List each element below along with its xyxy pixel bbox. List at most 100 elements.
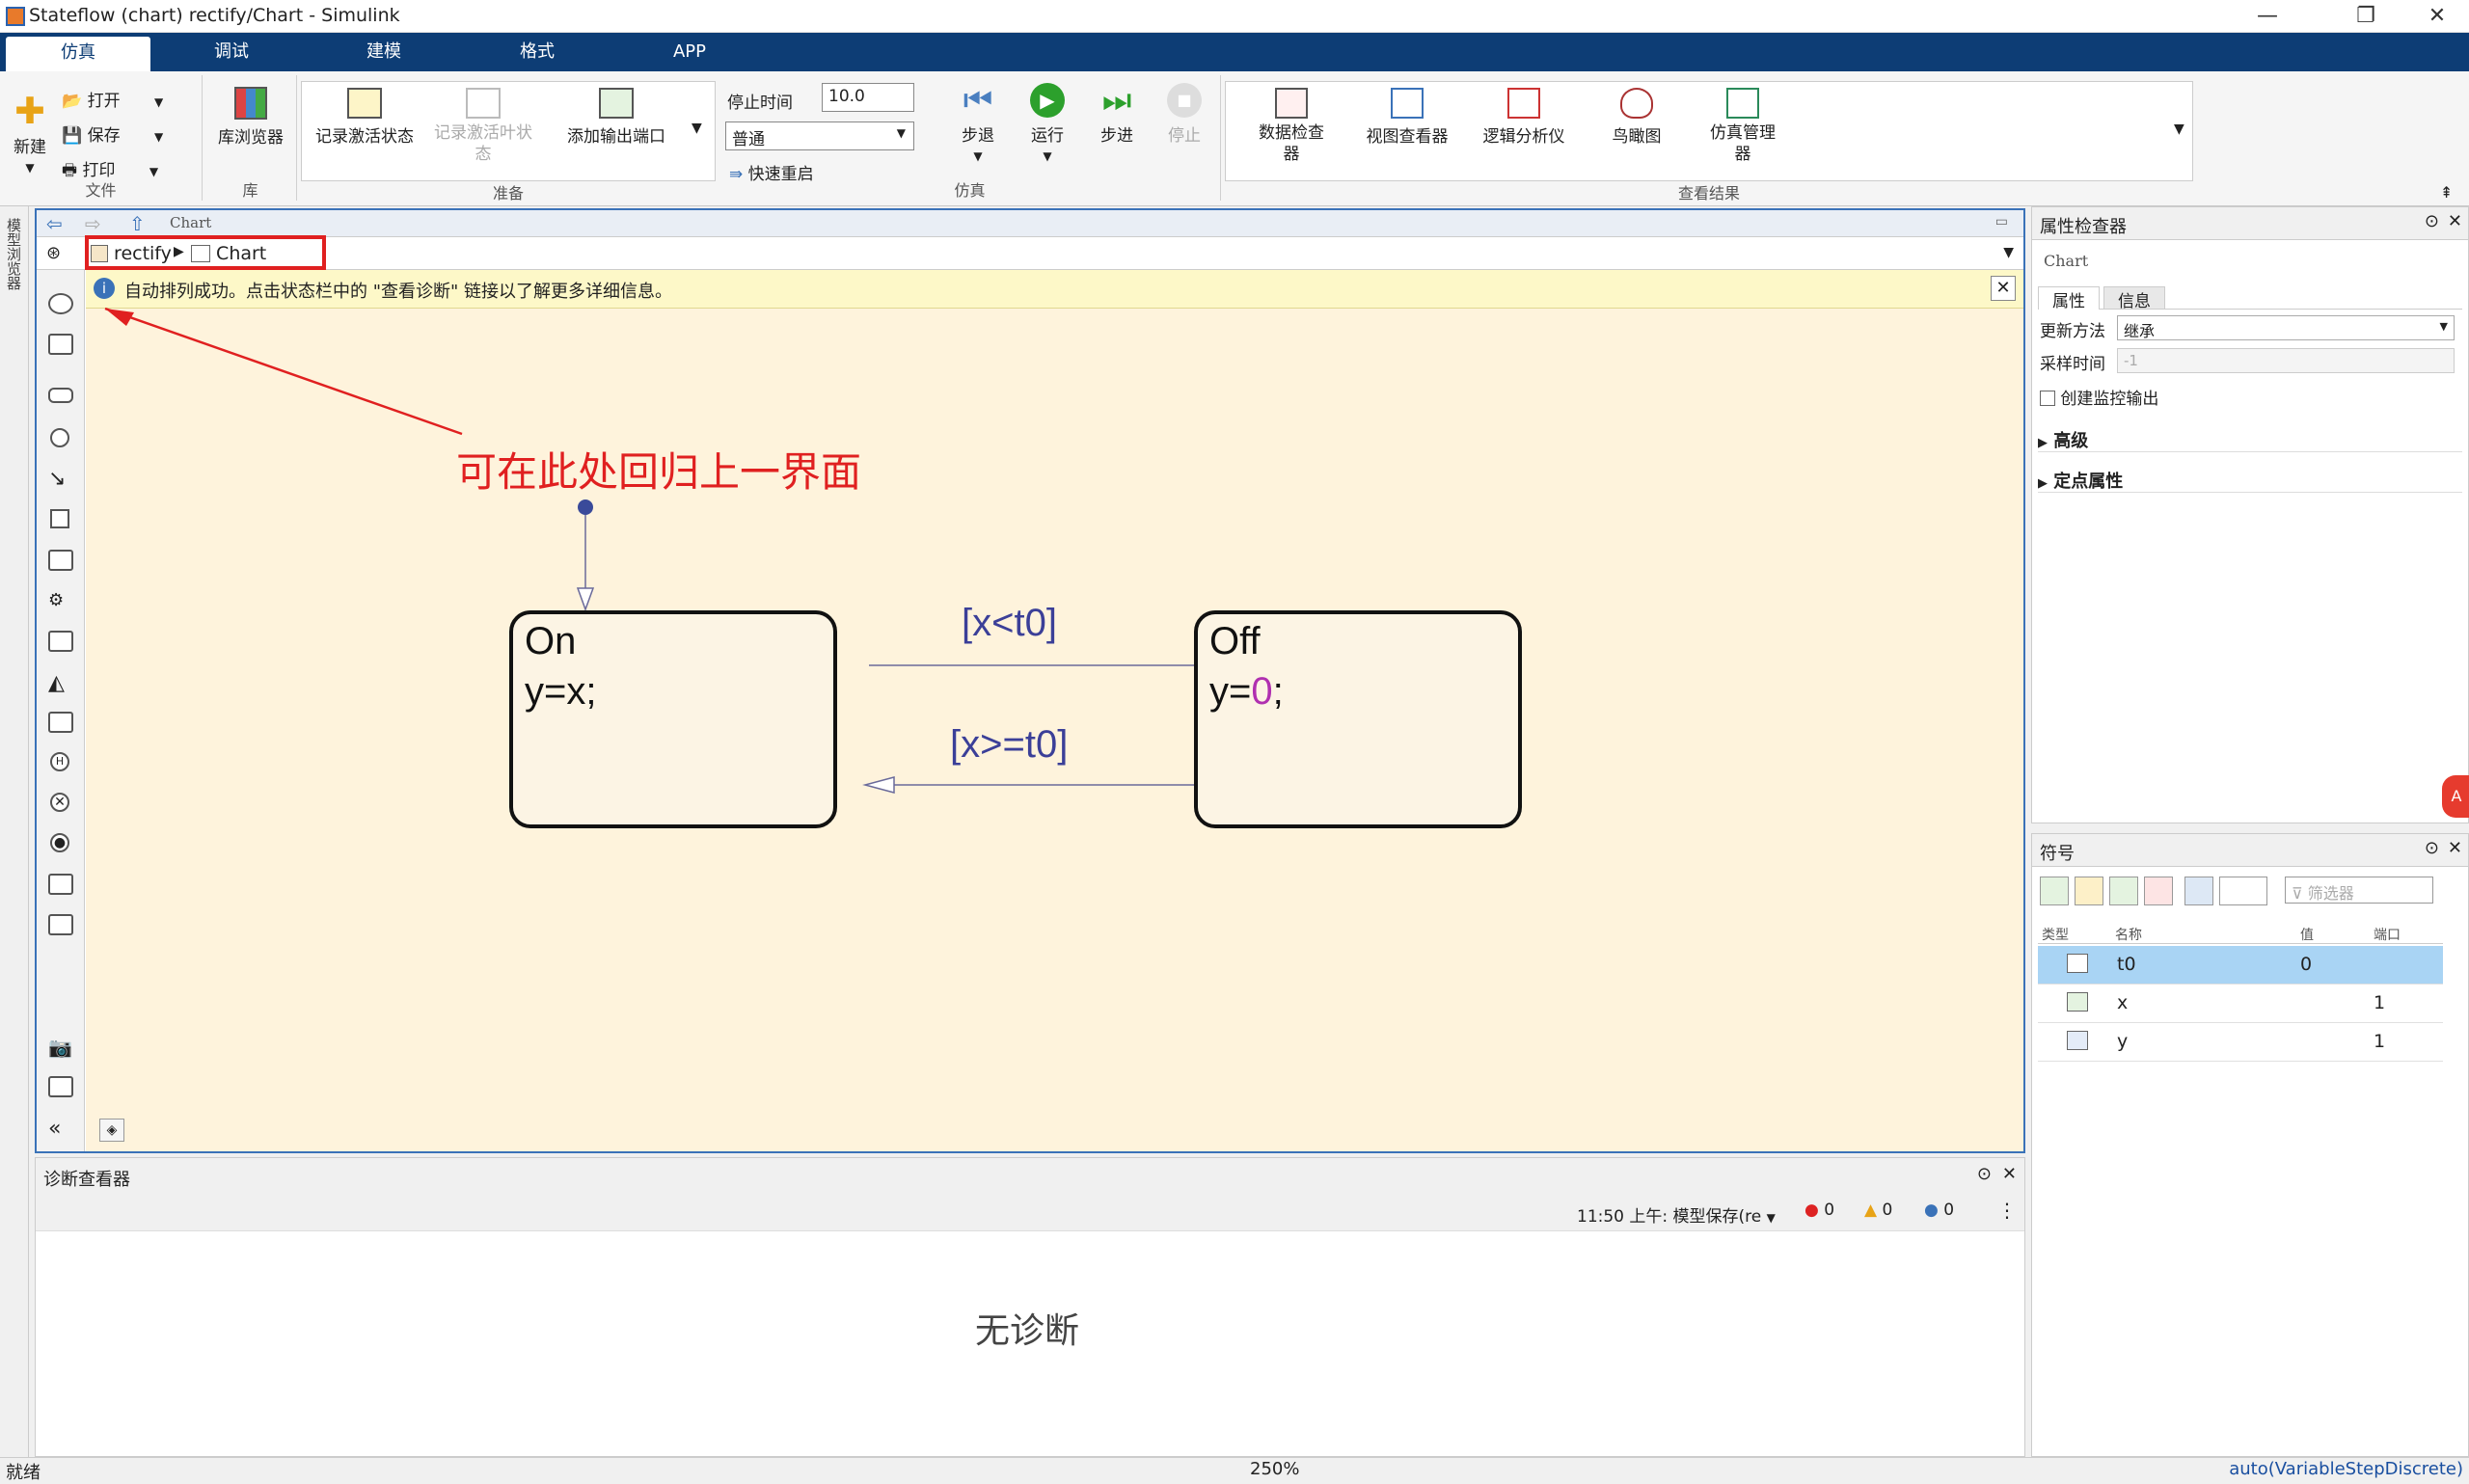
add-event-icon[interactable] — [2075, 877, 2103, 905]
step-forward-button[interactable]: ⏭ 步进 — [1090, 83, 1144, 146]
editor-tab-label[interactable]: Chart — [170, 214, 211, 231]
explorer-icon[interactable] — [48, 1076, 73, 1097]
collapse-ribbon-icon[interactable]: ⇞ — [2440, 183, 2453, 202]
view-viewer-button[interactable]: 视图查看器 — [1349, 88, 1465, 147]
gallery-expand-icon[interactable]: ▼ — [2174, 121, 2184, 137]
section-advanced[interactable]: ▶ 高级 — [2038, 427, 2462, 452]
solver-link[interactable]: auto(VariableStepDiscrete) — [2229, 1459, 2463, 1479]
annotation-tool-icon[interactable] — [48, 874, 73, 895]
ribbon-tab-bar: 仿真 调试 建模 格式 APP ▣ ↶ ↷ ⌕ ▤ ▼ ? ▼ ⊙ — [0, 33, 2469, 100]
sim-manager-button[interactable]: 仿真管理器 — [1708, 88, 1777, 165]
close-icon[interactable]: ✕ — [2448, 838, 2462, 858]
fit-view-icon[interactable] — [48, 334, 73, 355]
tab-apps[interactable]: APP — [617, 33, 762, 71]
tab-properties[interactable]: 属性 — [2038, 286, 2100, 311]
exit-junction-icon[interactable]: ✕ — [50, 793, 69, 812]
title-bar: Stateflow (chart) rectify/Chart - Simuli… — [0, 0, 2469, 33]
table-row[interactable]: y 1 — [2038, 1023, 2443, 1062]
explore-icon[interactable]: ◈ — [99, 1119, 124, 1142]
truth-table-icon[interactable] — [48, 712, 73, 733]
settings-dropdown-icon[interactable] — [2219, 877, 2267, 905]
transition-label-on-to-off[interactable]: [x<t0] — [962, 602, 1057, 645]
close-icon[interactable]: ✕ — [2405, 0, 2469, 33]
panel-menu-icon[interactable]: ⊙ — [1977, 1164, 1992, 1184]
gallery-expand-icon[interactable]: ▼ — [692, 121, 702, 136]
table-row[interactable]: t0 0 — [2038, 946, 2443, 985]
add-output-port-button[interactable]: 添加输出端口 — [560, 88, 672, 147]
type-editor-icon[interactable] — [2184, 877, 2213, 905]
col-port: 端口 — [2374, 928, 2401, 943]
add-message-icon[interactable] — [2109, 877, 2138, 905]
review-results-gallery: 数据检查器 视图查看器 逻辑分析仪 鸟瞰图 仿真管理器 — [1225, 81, 2193, 181]
state-on[interactable]: On y=x; — [509, 610, 837, 828]
birdseye-button[interactable]: 鸟瞰图 — [1596, 88, 1677, 147]
function-tool-icon[interactable] — [48, 550, 73, 571]
transition-tool-icon[interactable]: ↘ — [48, 469, 73, 490]
tab-format[interactable]: 格式 — [465, 33, 610, 71]
state-tool-icon[interactable] — [48, 388, 73, 403]
panel-menu-icon[interactable]: ▭ — [1995, 214, 2008, 229]
save-button[interactable]: 💾 保存 ▼ — [62, 121, 163, 146]
error-count[interactable]: ● 0 — [1804, 1201, 1834, 1220]
section-fixed-point[interactable]: ▶ 定点属性 — [2038, 468, 2462, 493]
warning-count[interactable]: ▲ 0 — [1864, 1201, 1892, 1220]
state-off[interactable]: Off y=0; — [1194, 610, 1522, 828]
history-junction-icon[interactable]: H — [50, 752, 69, 771]
model-browser-strip[interactable]: 模型浏览器 — [0, 206, 29, 1457]
panel-menu-icon[interactable]: ⊙ — [2425, 211, 2439, 231]
diagnostic-timestamp-select[interactable]: 11:50 上午: 模型保存(re ▼ — [1577, 1202, 1776, 1227]
side-assistant-icon[interactable]: A — [2442, 775, 2469, 818]
update-method-select[interactable]: 继承 ▼ — [2117, 315, 2455, 340]
chart-canvas[interactable]: i 自动排列成功。点击状态栏中的 "查看诊断" 链接以了解更多详细信息。 ✕ 可… — [86, 270, 2023, 1151]
restore-icon[interactable]: ❐ — [2334, 0, 2398, 33]
run-button[interactable]: ▶ 运行 ▼ — [1020, 83, 1074, 165]
add-data-icon[interactable] — [2040, 877, 2069, 905]
hide-palette-icon[interactable]: ⊛ — [46, 243, 61, 263]
tab-debug[interactable]: 调试 — [159, 33, 304, 71]
filter-input[interactable]: ⊽ 筛选器 — [2285, 877, 2433, 904]
table-row[interactable]: x 1 — [2038, 985, 2443, 1023]
state-off-action: y=0; — [1209, 670, 1284, 713]
data-inspector-button[interactable]: 数据检查器 — [1251, 88, 1332, 165]
simulink-state-icon[interactable]: ◭ — [48, 671, 73, 695]
log-leaf-states-button[interactable]: 记录激活叶状态 — [431, 88, 535, 165]
panel-menu-icon[interactable]: ⊙ — [2425, 838, 2439, 858]
resolve-undefined-icon[interactable] — [2144, 877, 2173, 905]
log-active-states-button[interactable]: 记录激活状态 — [310, 88, 420, 147]
back-arrow-icon[interactable]: ⇦ — [46, 212, 63, 235]
matlab-function-icon[interactable] — [48, 631, 73, 652]
property-inspector-header: 属性检查器 ⊙ ✕ — [2032, 207, 2468, 240]
simulink-function-icon[interactable]: ⚙ — [48, 590, 73, 611]
minimize-icon[interactable]: — — [2236, 0, 2299, 33]
stop-button[interactable]: ■ 停止 — [1157, 83, 1211, 146]
close-icon[interactable]: ✕ — [2448, 211, 2462, 231]
simulation-mode-select[interactable]: 普通 ▼ — [725, 121, 914, 150]
tab-modeling[interactable]: 建模 — [312, 33, 456, 71]
new-button[interactable]: ✚ 新建 ▼ — [6, 93, 54, 176]
stop-time-input[interactable]: 10.0 — [822, 83, 914, 112]
library-browser-button[interactable]: 库浏览器 — [210, 87, 291, 148]
logic-analyzer-button[interactable]: 逻辑分析仪 — [1471, 88, 1577, 147]
zoom-icon[interactable] — [48, 293, 73, 314]
junction-tool-icon[interactable] — [50, 428, 69, 447]
entry-junction-icon[interactable]: ● — [50, 833, 69, 852]
box-tool-icon[interactable] — [50, 509, 69, 528]
forward-arrow-icon[interactable]: ⇨ — [85, 212, 101, 235]
monitor-output-checkbox[interactable]: 创建监控输出 — [2040, 385, 2158, 409]
more-options-icon[interactable]: ⋮ — [1997, 1199, 2017, 1222]
tab-simulation[interactable]: 仿真 — [6, 37, 150, 71]
up-arrow-icon[interactable]: ⇧ — [129, 212, 146, 235]
breadcrumb-dropdown-icon[interactable]: ▼ — [2003, 245, 2014, 260]
image-tool-icon[interactable] — [48, 914, 73, 935]
step-back-button[interactable]: ⏮ 步退 ▼ — [951, 83, 1005, 165]
sample-time-input[interactable]: -1 — [2117, 348, 2455, 373]
close-icon[interactable]: ✕ — [2002, 1164, 2017, 1184]
transition-label-off-to-on[interactable]: [x>=t0] — [950, 723, 1068, 767]
open-button[interactable]: 📂 打开 ▼ — [62, 87, 163, 111]
zoom-level[interactable]: 250% — [1250, 1459, 1299, 1479]
tab-info[interactable]: 信息 — [2103, 286, 2165, 311]
snapshot-icon[interactable]: 📷 — [48, 1036, 73, 1059]
info-count[interactable]: ● 0 — [1924, 1201, 1954, 1220]
symbols-header: 符号 ⊙ ✕ — [2032, 834, 2468, 867]
collapse-palette-icon[interactable]: « — [48, 1117, 73, 1141]
